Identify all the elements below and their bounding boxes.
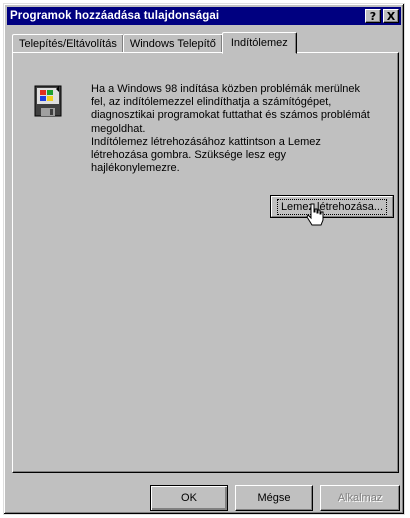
startup-disk-panel: Ha a Windows 98 indítása közben problémá… (12, 52, 399, 473)
create-disk-button[interactable]: Lemez létrehozása... (270, 195, 394, 218)
tab-strip: Telepítés/Eltávolítás Windows Telepítő I… (12, 31, 297, 54)
description-line: Ha a Windows 98 indítása közben problémá… (91, 83, 361, 95)
cancel-button[interactable]: Mégse (235, 485, 313, 511)
description-line: Indítólemez létrehozásához kattintson a … (91, 135, 321, 148)
title-bar[interactable]: Programok hozzáadása tulajdonságai ? X (7, 7, 401, 25)
description-line: fel, az indítólemezzel elindíthatja a sz… (91, 96, 332, 109)
ok-button-label: OK (181, 492, 197, 504)
description-line: diagnosztikai programokat futtathat és s… (91, 109, 370, 122)
tab-install-uninstall[interactable]: Telepítés/Eltávolítás (12, 34, 124, 53)
window-title: Programok hozzáadása tulajdonságai (10, 10, 220, 22)
description-line: hajlékonylemezre. (91, 162, 180, 175)
cancel-button-label: Mégse (257, 492, 291, 504)
apply-button-label: Alkalmaz (337, 492, 383, 504)
tab-windows-setup[interactable]: Windows Telepítő (122, 34, 223, 53)
close-button[interactable]: X (383, 9, 399, 23)
ok-button[interactable]: OK (150, 485, 228, 511)
properties-dialog: Programok hozzáadása tulajdonságai ? X T… (3, 3, 405, 515)
create-disk-button-label: Lemez létrehozása... (276, 198, 388, 215)
startup-disk-description: Ha a Windows 98 indítása közben problémá… (91, 83, 391, 175)
tab-startup-disk[interactable]: Indítólemez (221, 32, 297, 54)
description-line: létrehozása gombra. Szüksége lesz egy (91, 149, 287, 162)
description-line: megoldhat. (91, 122, 146, 135)
help-button[interactable]: ? (365, 9, 381, 23)
hand-cursor-icon (306, 203, 324, 226)
apply-button[interactable]: Alkalmaz (320, 485, 400, 511)
startup-disk-icon (34, 85, 62, 117)
